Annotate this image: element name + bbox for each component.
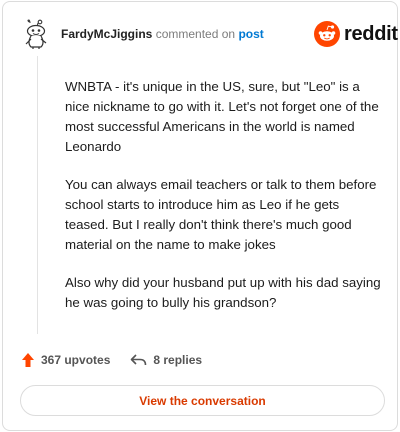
- upvote-button[interactable]: 367 upvotes: [21, 352, 110, 368]
- comment-paragraph: Also why did your husband put up with hi…: [65, 275, 381, 310]
- comment-header: FardyMcJiggins commented on post: [61, 27, 264, 41]
- username-link[interactable]: FardyMcJiggins: [61, 27, 152, 41]
- action-text: commented on: [155, 27, 236, 41]
- view-conversation-button[interactable]: View the conversation: [20, 385, 385, 416]
- comment-card: FardyMcJiggins commented on post reddit …: [2, 1, 398, 431]
- comment-footer: 367 upvotes 8 replies: [21, 351, 202, 369]
- reply-count: 8 replies: [153, 353, 203, 367]
- view-conversation-label: View the conversation: [139, 393, 266, 408]
- upvote-count: 367 upvotes: [41, 353, 111, 367]
- comment-body: WNBTA - it's unique in the US, sure, but…: [65, 77, 381, 331]
- reddit-snoo-logo-icon: [314, 21, 340, 47]
- upvote-arrow-icon: [22, 353, 34, 367]
- reddit-wordmark: reddit: [344, 22, 398, 45]
- reply-arrow-icon: [131, 354, 147, 366]
- reddit-logo[interactable]: reddit: [314, 21, 398, 47]
- snoo-avatar-icon[interactable]: [23, 19, 49, 49]
- post-link[interactable]: post: [238, 27, 263, 41]
- replies-button[interactable]: 8 replies: [130, 353, 202, 367]
- comment-paragraph: You can always email teachers or talk to…: [65, 177, 377, 252]
- comment-paragraph: WNBTA - it's unique in the US, sure, but…: [65, 79, 379, 154]
- thread-line[interactable]: [37, 56, 38, 334]
